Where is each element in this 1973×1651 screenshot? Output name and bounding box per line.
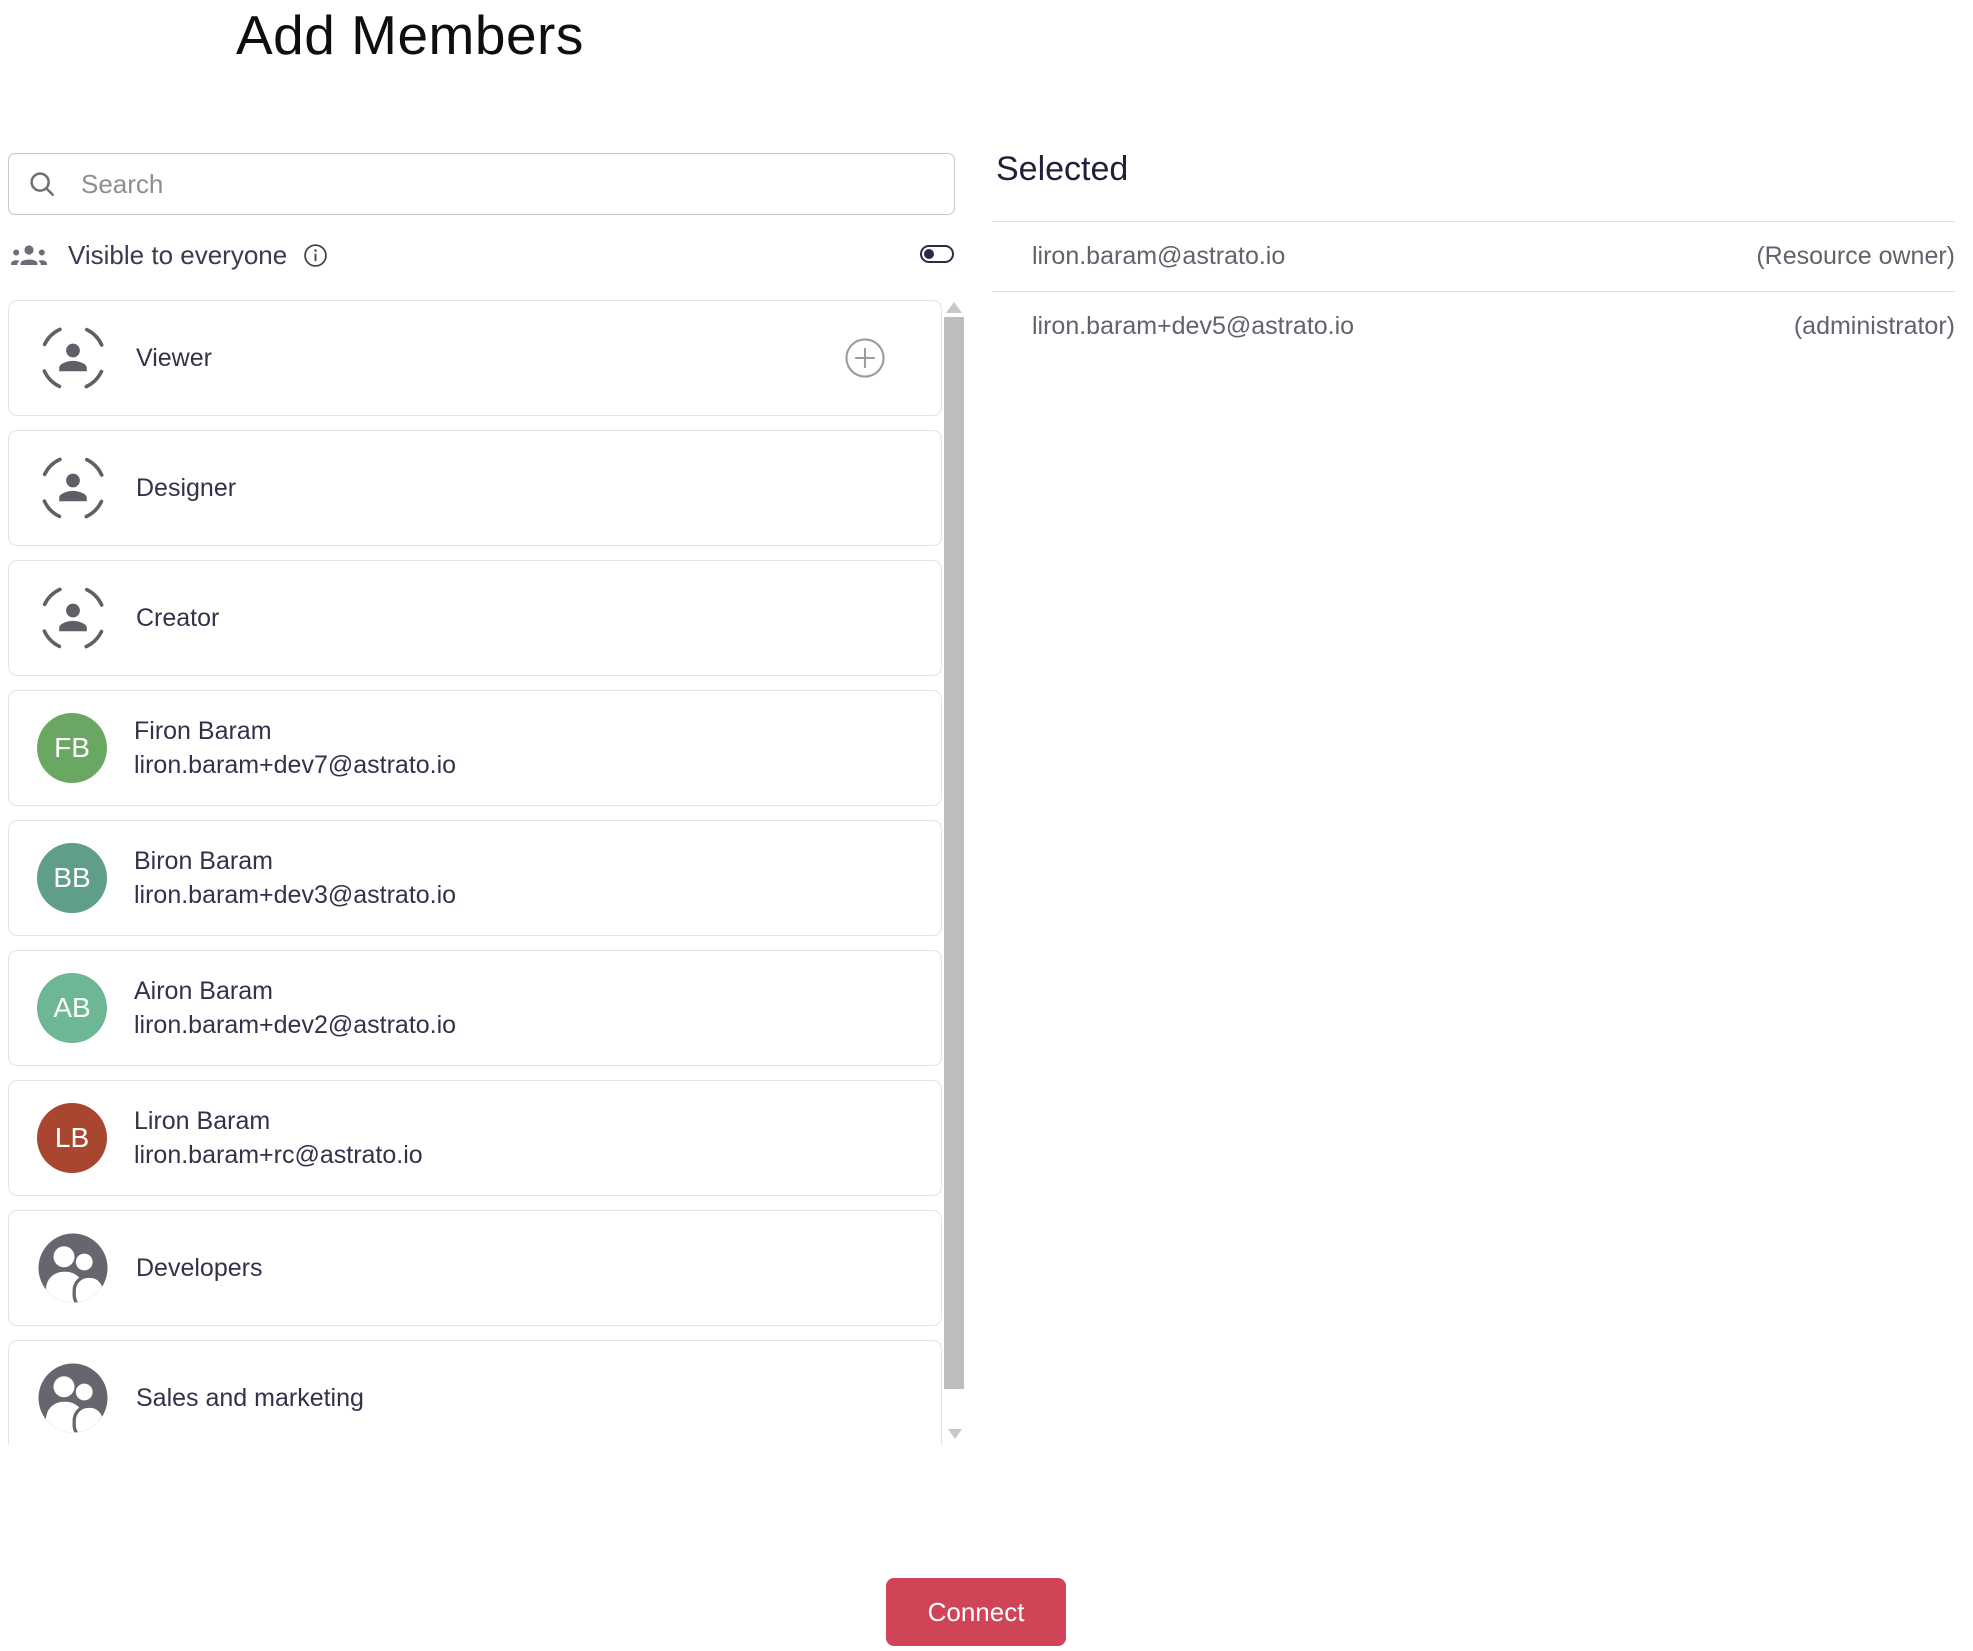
scrollbar-down-arrow[interactable] — [948, 1429, 962, 1439]
member-text: Viewer — [136, 341, 212, 375]
avatar-initials: LB — [54, 1122, 90, 1153]
search-input[interactable] — [79, 167, 936, 201]
member-name: Biron Baram — [134, 847, 273, 875]
add-member-button[interactable] — [844, 337, 886, 379]
selected-row: liron.baram+dev5@astrato.io (administrat… — [992, 291, 1955, 361]
scrollbar — [944, 300, 964, 1442]
selected-heading: Selected — [996, 150, 1129, 188]
search-icon — [27, 169, 57, 199]
member-text: Firon Baram liron.baram+dev7@astrato.io — [134, 714, 456, 782]
selected-email: liron.baram@astrato.io — [1032, 242, 1286, 270]
member-text: Developers — [136, 1251, 262, 1285]
member-text: Sales and marketing — [136, 1381, 364, 1415]
avatar-initials: FB — [54, 732, 90, 763]
member-text: Creator — [136, 601, 219, 635]
member-text: Biron Baram liron.baram+dev3@astrato.io — [134, 844, 456, 912]
visibility-toggle[interactable] — [920, 245, 954, 263]
page-title: Add Members — [236, 4, 584, 66]
list-item[interactable]: FB Firon Baram liron.baram+dev7@astrato.… — [8, 690, 942, 806]
connect-button[interactable]: Connect — [886, 1578, 1066, 1646]
visibility-row: Visible to everyone — [10, 238, 956, 272]
member-name: Liron Baram — [134, 1107, 271, 1135]
group-avatar-icon — [37, 1232, 109, 1304]
visibility-label: Visible to everyone — [68, 239, 288, 270]
member-email: liron.baram+dev3@astrato.io — [134, 881, 457, 909]
member-text: Designer — [136, 471, 236, 505]
member-name: Sales and marketing — [136, 1384, 364, 1412]
list-item[interactable]: Viewer — [8, 300, 942, 416]
scrollbar-thumb[interactable] — [944, 317, 964, 1389]
search-box[interactable] — [8, 153, 955, 215]
member-name: Airon Baram — [134, 977, 273, 1005]
avatar: AB — [37, 973, 107, 1043]
member-name: Firon Baram — [134, 717, 272, 745]
selected-role: (Resource owner) — [1756, 242, 1955, 270]
selected-role: (administrator) — [1793, 312, 1955, 340]
groups-icon — [10, 242, 48, 268]
list-item[interactable]: Sales and marketing — [8, 1340, 942, 1445]
avatar-initials: AB — [53, 992, 91, 1023]
group-avatar-icon — [37, 1362, 109, 1434]
member-text: Liron Baram liron.baram+rc@astrato.io — [134, 1104, 423, 1172]
member-name: Designer — [136, 474, 237, 502]
member-name: Developers — [136, 1254, 263, 1282]
list-item[interactable]: Creator — [8, 560, 942, 676]
list-item[interactable]: BB Biron Baram liron.baram+dev3@astrato.… — [8, 820, 942, 936]
member-email: liron.baram+dev7@astrato.io — [134, 751, 457, 779]
person-role-icon — [37, 322, 109, 394]
member-name: Viewer — [136, 344, 212, 372]
avatar: FB — [37, 713, 107, 783]
list-item[interactable]: AB Airon Baram liron.baram+dev2@astrato.… — [8, 950, 942, 1066]
member-email: liron.baram+rc@astrato.io — [134, 1141, 423, 1169]
list-item[interactable]: Designer — [8, 430, 942, 546]
member-name: Creator — [136, 604, 220, 632]
member-list: Viewer Designer Creator FB Firon Baram l… — [8, 300, 942, 1445]
info-icon[interactable] — [303, 243, 328, 268]
member-text: Airon Baram liron.baram+dev2@astrato.io — [134, 974, 456, 1042]
list-item[interactable]: Developers — [8, 1210, 942, 1326]
selected-email: liron.baram+dev5@astrato.io — [1032, 312, 1355, 340]
list-item[interactable]: LB Liron Baram liron.baram+rc@astrato.io — [8, 1080, 942, 1196]
selected-row: liron.baram@astrato.io (Resource owner) — [992, 221, 1955, 291]
person-role-icon — [37, 582, 109, 654]
avatar: BB — [37, 843, 107, 913]
person-role-icon — [37, 452, 109, 524]
selected-list: liron.baram@astrato.io (Resource owner) … — [992, 221, 1955, 361]
scrollbar-up-arrow[interactable] — [946, 302, 962, 313]
member-email: liron.baram+dev2@astrato.io — [134, 1011, 457, 1039]
toggle-knob — [924, 249, 934, 259]
avatar: LB — [37, 1103, 107, 1173]
avatar-initials: BB — [53, 862, 91, 893]
